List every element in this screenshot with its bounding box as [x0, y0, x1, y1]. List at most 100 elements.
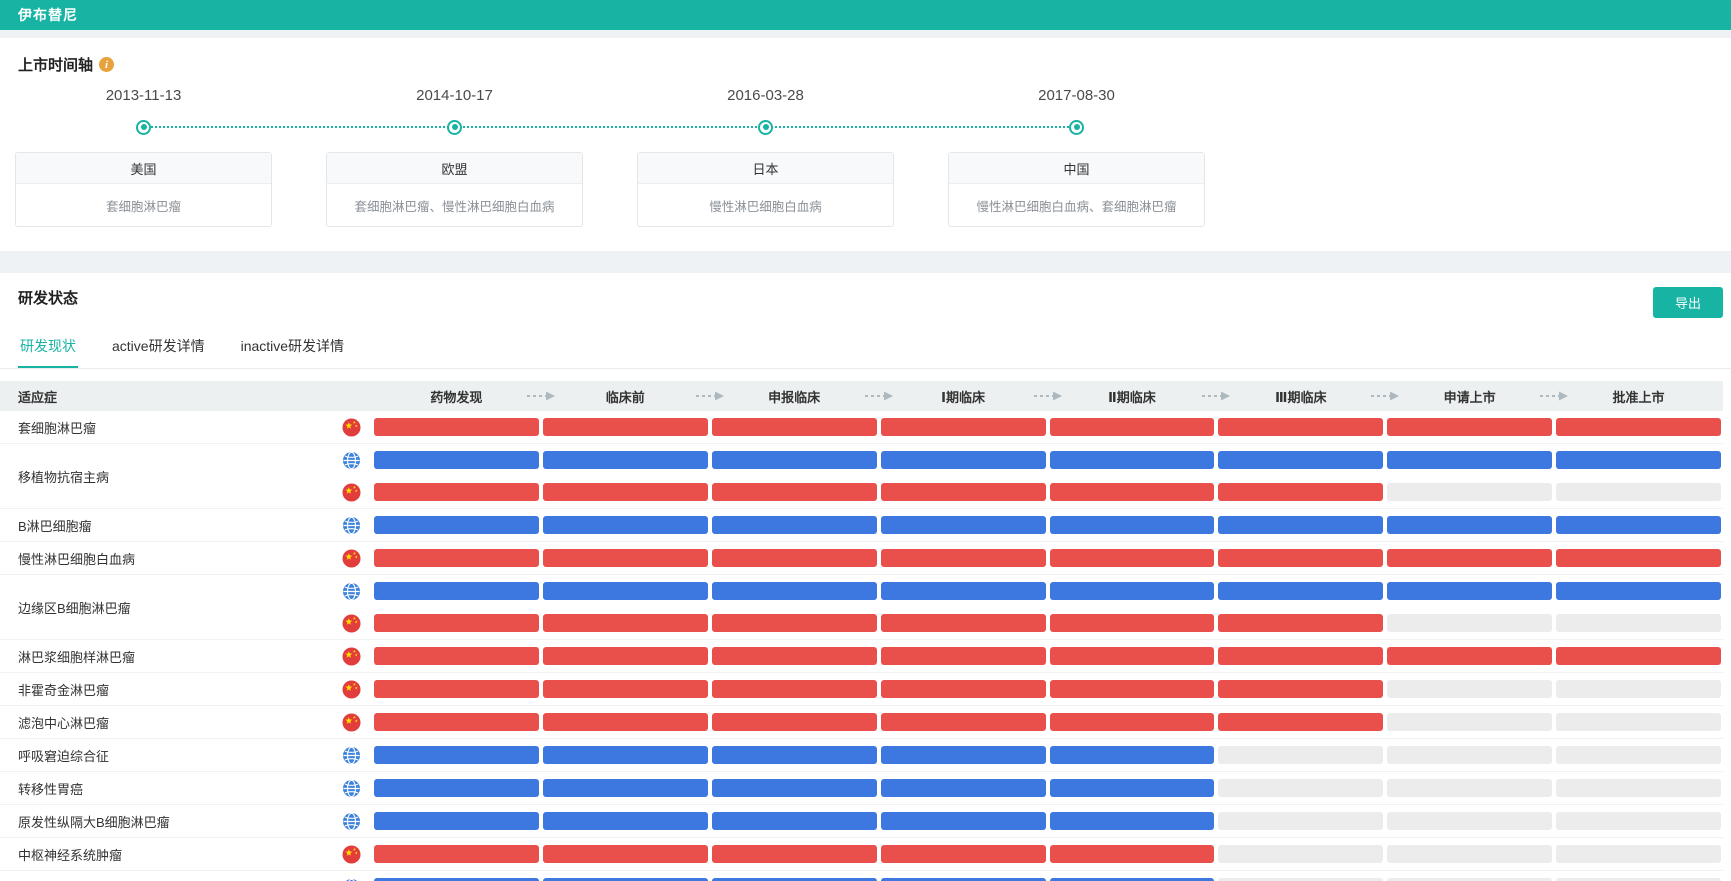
progress-bar[interactable]	[712, 647, 877, 665]
progress-bar[interactable]	[1218, 516, 1383, 534]
progress-bar[interactable]	[1050, 680, 1215, 698]
progress-bar[interactable]	[1387, 418, 1552, 436]
progress-bar[interactable]	[712, 614, 877, 632]
progress-bar[interactable]	[1050, 845, 1215, 863]
progress-bar[interactable]	[374, 812, 539, 830]
progress-bar[interactable]	[881, 582, 1046, 600]
progress-bar[interactable]	[374, 451, 539, 469]
tab-active-details[interactable]: active研发详情	[110, 330, 207, 368]
progress-bar[interactable]	[543, 418, 708, 436]
progress-bar[interactable]	[374, 582, 539, 600]
progress-bar[interactable]	[881, 549, 1046, 567]
progress-bar[interactable]	[1556, 549, 1721, 567]
progress-bar[interactable]	[1218, 451, 1383, 469]
progress-bar[interactable]	[1218, 549, 1383, 567]
progress-bar[interactable]	[881, 451, 1046, 469]
progress-bar[interactable]	[1387, 516, 1552, 534]
progress-bar[interactable]	[881, 614, 1046, 632]
progress-bar[interactable]	[1050, 779, 1215, 797]
progress-bar[interactable]	[881, 746, 1046, 764]
progress-bar[interactable]	[1387, 451, 1552, 469]
globe-icon	[342, 878, 361, 881]
progress-bar[interactable]	[1387, 549, 1552, 567]
progress-bar[interactable]	[543, 680, 708, 698]
progress-bar[interactable]	[1556, 418, 1721, 436]
progress-bar[interactable]	[1387, 582, 1552, 600]
progress-bar[interactable]	[374, 746, 539, 764]
progress-bar[interactable]	[1218, 680, 1383, 698]
progress-bar[interactable]	[1218, 614, 1383, 632]
progress-bar[interactable]	[881, 647, 1046, 665]
progress-bar[interactable]	[1050, 812, 1215, 830]
progress-bar[interactable]	[712, 582, 877, 600]
progress-bar[interactable]	[881, 680, 1046, 698]
progress-bar[interactable]	[712, 713, 877, 731]
progress-bar[interactable]	[881, 812, 1046, 830]
progress-bar[interactable]	[1050, 647, 1215, 665]
progress-bar[interactable]	[1050, 451, 1215, 469]
progress-bar[interactable]	[1218, 647, 1383, 665]
progress-bar[interactable]	[712, 483, 877, 501]
progress-bar[interactable]	[1050, 713, 1215, 731]
progress-bar[interactable]	[712, 779, 877, 797]
progress-bar[interactable]	[543, 647, 708, 665]
progress-bar[interactable]	[374, 516, 539, 534]
progress-bar[interactable]	[374, 418, 539, 436]
progress-bar[interactable]	[1387, 647, 1552, 665]
progress-bar[interactable]	[374, 713, 539, 731]
progress-bar[interactable]	[374, 779, 539, 797]
progress-bar[interactable]	[543, 582, 708, 600]
progress-bar[interactable]	[1050, 746, 1215, 764]
progress-bar[interactable]	[1050, 614, 1215, 632]
progress-bar[interactable]	[1218, 582, 1383, 600]
progress-bar[interactable]	[543, 713, 708, 731]
progress-bar[interactable]	[881, 779, 1046, 797]
progress-bar[interactable]	[712, 516, 877, 534]
progress-bar[interactable]	[712, 746, 877, 764]
progress-bar[interactable]	[543, 614, 708, 632]
phase-slot	[710, 483, 879, 501]
progress-bar[interactable]	[1218, 713, 1383, 731]
progress-bar[interactable]	[712, 812, 877, 830]
progress-bar[interactable]	[1050, 516, 1215, 534]
progress-bar[interactable]	[881, 845, 1046, 863]
progress-bar[interactable]	[543, 549, 708, 567]
progress-bar[interactable]	[374, 549, 539, 567]
progress-bar[interactable]	[712, 451, 877, 469]
progress-bar[interactable]	[1050, 549, 1215, 567]
progress-bar[interactable]	[712, 549, 877, 567]
progress-bar[interactable]	[374, 845, 539, 863]
progress-bar[interactable]	[881, 483, 1046, 501]
progress-bar[interactable]	[1556, 451, 1721, 469]
export-button[interactable]: 导出	[1653, 287, 1723, 318]
phase-slot	[1385, 713, 1554, 731]
progress-bar[interactable]	[712, 680, 877, 698]
progress-bar[interactable]	[1050, 582, 1215, 600]
progress-bar[interactable]	[1050, 418, 1215, 436]
progress-bar[interactable]	[543, 845, 708, 863]
progress-bar[interactable]	[712, 845, 877, 863]
tab-rd-status[interactable]: 研发现状	[18, 330, 78, 368]
progress-bar[interactable]	[374, 483, 539, 501]
progress-bar[interactable]	[374, 680, 539, 698]
progress-bar[interactable]	[1556, 582, 1721, 600]
progress-bar[interactable]	[374, 647, 539, 665]
progress-bar[interactable]	[881, 418, 1046, 436]
progress-bar[interactable]	[1050, 483, 1215, 501]
progress-bar[interactable]	[543, 516, 708, 534]
progress-bar[interactable]	[543, 812, 708, 830]
progress-bar[interactable]	[543, 451, 708, 469]
progress-bar[interactable]	[1218, 418, 1383, 436]
progress-bar[interactable]	[881, 713, 1046, 731]
tab-inactive-details[interactable]: inactive研发详情	[239, 330, 346, 368]
progress-bar[interactable]	[543, 746, 708, 764]
progress-bar[interactable]	[881, 516, 1046, 534]
progress-bar[interactable]	[1556, 647, 1721, 665]
info-icon[interactable]	[99, 57, 114, 72]
progress-bar[interactable]	[1218, 483, 1383, 501]
progress-bar[interactable]	[374, 614, 539, 632]
progress-bar[interactable]	[543, 483, 708, 501]
progress-bar[interactable]	[543, 779, 708, 797]
progress-bar[interactable]	[712, 418, 877, 436]
progress-bar[interactable]	[1556, 516, 1721, 534]
